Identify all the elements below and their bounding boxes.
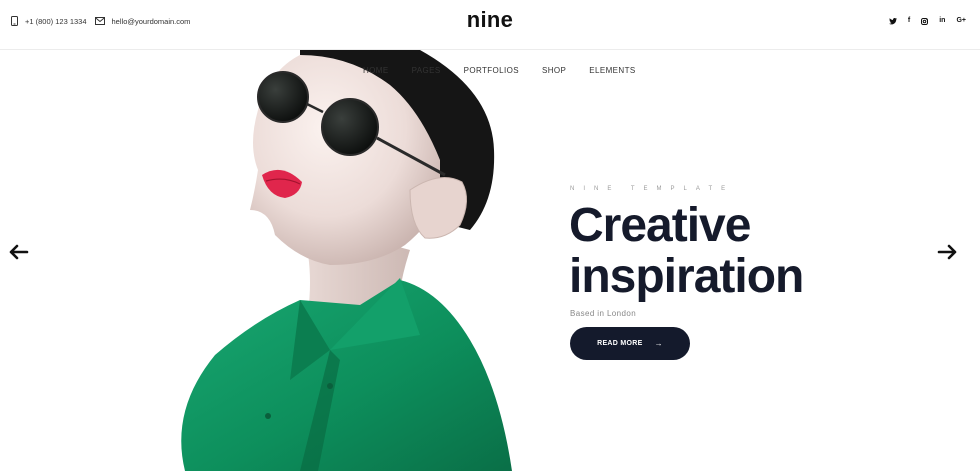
instagram-icon bbox=[921, 17, 929, 25]
google-plus-icon: G+ bbox=[956, 17, 966, 24]
social-links: f in G+ bbox=[878, 16, 966, 26]
read-more-button[interactable]: READ MORE → bbox=[570, 327, 690, 360]
nav-item-portfolios[interactable]: PORTFOLIOS bbox=[464, 66, 519, 75]
hero-slider: HOME PAGES PORTFOLIOS SHOP ELEMENTS NINE… bbox=[0, 50, 980, 471]
hero-model-image bbox=[181, 50, 512, 471]
arrow-right-icon: → bbox=[654, 339, 663, 348]
slide-eyebrow: NINE TEMPLATE bbox=[570, 186, 735, 192]
read-more-label: READ MORE bbox=[597, 340, 643, 347]
facebook-icon: f bbox=[907, 17, 911, 24]
slider-prev-button[interactable] bbox=[9, 244, 29, 260]
google-plus-link[interactable]: G+ bbox=[956, 16, 966, 26]
twitter-link[interactable] bbox=[888, 17, 897, 25]
headline-line-2: inspiration bbox=[569, 250, 804, 303]
slider-next-button[interactable] bbox=[937, 244, 957, 260]
nav-item-elements[interactable]: ELEMENTS bbox=[589, 66, 635, 75]
site-logo[interactable]: nine bbox=[467, 7, 513, 33]
logo-wrap: nine bbox=[0, 7, 980, 33]
nav-item-home[interactable]: HOME bbox=[363, 66, 389, 75]
top-bar: +1 (800) 123 1334 hello@yourdomain.com n… bbox=[0, 0, 980, 50]
slide-subtitle: Based in London bbox=[570, 309, 637, 318]
headline-line-1: Creative bbox=[569, 199, 751, 252]
nav-item-shop[interactable]: SHOP bbox=[542, 66, 566, 75]
twitter-icon bbox=[888, 17, 897, 24]
instagram-link[interactable] bbox=[921, 17, 929, 25]
main-nav: HOME PAGES PORTFOLIOS SHOP ELEMENTS bbox=[363, 66, 659, 75]
slide-headline: Creative inspiration bbox=[569, 199, 804, 303]
linkedin-icon: in bbox=[939, 17, 946, 24]
nav-item-pages[interactable]: PAGES bbox=[412, 66, 441, 75]
linkedin-link[interactable]: in bbox=[939, 16, 945, 26]
facebook-link[interactable]: f bbox=[908, 16, 910, 26]
next-arrow-icon bbox=[937, 244, 957, 260]
prev-arrow-icon bbox=[9, 244, 29, 260]
